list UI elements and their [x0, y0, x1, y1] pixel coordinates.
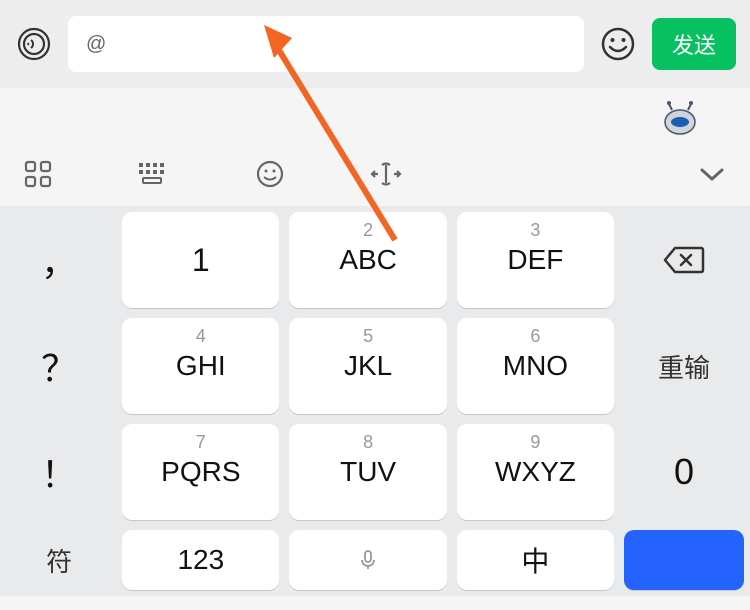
message-input-text: @	[86, 33, 106, 56]
assistant-button[interactable]	[660, 98, 700, 138]
emoji-toolbar-button[interactable]	[252, 156, 288, 192]
smile-outline-icon	[255, 159, 285, 189]
mic-icon	[356, 548, 380, 572]
key-label: ，	[41, 234, 77, 286]
key-number: 4	[196, 326, 206, 347]
key-label: GHI	[176, 350, 226, 382]
collapse-keyboard-button[interactable]	[694, 156, 730, 192]
key-7-pqrs[interactable]: 7 PQRS	[122, 424, 279, 520]
key-label: MNO	[503, 350, 568, 382]
question-key[interactable]: ？	[6, 318, 112, 414]
message-input[interactable]: @	[68, 16, 584, 72]
assistant-row	[0, 88, 750, 138]
key-8-tuv[interactable]: 8 TUV	[289, 424, 446, 520]
key-3-def[interactable]: 3 DEF	[457, 212, 614, 308]
key-label: 1	[192, 242, 210, 279]
key-number: 9	[530, 432, 540, 453]
key-0[interactable]: 0	[624, 424, 744, 520]
chat-input-bar: @ 发送	[0, 0, 750, 88]
key-label: 0	[674, 451, 694, 493]
key-5-jkl[interactable]: 5 JKL	[289, 318, 446, 414]
key-label: 符	[46, 542, 72, 579]
emoji-button[interactable]	[598, 24, 638, 64]
key-label: JKL	[344, 350, 392, 382]
keyboard-row-4: 符 123 中	[6, 530, 744, 590]
key-number: 6	[530, 326, 540, 347]
language-key[interactable]: 中	[457, 530, 614, 590]
key-label: ABC	[339, 244, 397, 276]
send-button[interactable]: 发送	[652, 18, 736, 70]
keyboard-row-3: ！ 7 PQRS 8 TUV 9 WXYZ 0	[6, 424, 744, 520]
key-6-mno[interactable]: 6 MNO	[457, 318, 614, 414]
t9-keyboard: ， 1 2 ABC 3 DEF ？ 4 GHI 5	[0, 206, 750, 596]
keyboard-layout-button[interactable]	[136, 156, 172, 192]
grid-icon	[23, 159, 53, 189]
key-label: WXYZ	[495, 456, 576, 488]
retype-key[interactable]: 重输	[624, 318, 744, 414]
voice-input-button[interactable]	[14, 24, 54, 64]
comma-key[interactable]: ，	[6, 212, 112, 308]
key-123[interactable]: 123	[122, 530, 279, 590]
keyboard-icon	[137, 160, 171, 188]
key-number: 5	[363, 326, 373, 347]
key-number: 8	[363, 432, 373, 453]
key-4-ghi[interactable]: 4 GHI	[122, 318, 279, 414]
sound-wave-icon	[16, 26, 52, 62]
key-1[interactable]: 1	[122, 212, 279, 308]
key-label: ？	[41, 340, 77, 392]
keyboard-row-2: ？ 4 GHI 5 JKL 6 MNO 重输	[6, 318, 744, 414]
smile-icon	[600, 26, 636, 62]
backspace-key[interactable]	[624, 212, 744, 308]
key-label: 重输	[658, 348, 710, 385]
key-label: 中	[521, 540, 549, 580]
backspace-icon	[663, 244, 705, 276]
key-number: 7	[196, 432, 206, 453]
symbols-key[interactable]: 符	[6, 530, 112, 590]
robot-icon	[660, 98, 700, 138]
keyboard-toolbar	[0, 138, 750, 206]
key-9-wxyz[interactable]: 9 WXYZ	[457, 424, 614, 520]
exclaim-key[interactable]: ！	[6, 424, 112, 520]
space-key[interactable]	[289, 530, 446, 590]
key-2-abc[interactable]: 2 ABC	[289, 212, 446, 308]
key-label: DEF	[507, 244, 563, 276]
text-cursor-icon	[369, 159, 403, 189]
keyboard-send-key[interactable]	[624, 530, 744, 590]
apps-button[interactable]	[20, 156, 56, 192]
chevron-down-icon	[698, 164, 726, 184]
cursor-move-button[interactable]	[368, 156, 404, 192]
key-number: 3	[530, 220, 540, 241]
key-number: 2	[363, 220, 373, 241]
keyboard-row-1: ， 1 2 ABC 3 DEF	[6, 212, 744, 308]
key-label: TUV	[340, 456, 396, 488]
key-label: PQRS	[161, 456, 240, 488]
key-label: 123	[177, 544, 224, 576]
send-button-label: 发送	[672, 33, 716, 58]
key-label: ！	[41, 446, 77, 498]
